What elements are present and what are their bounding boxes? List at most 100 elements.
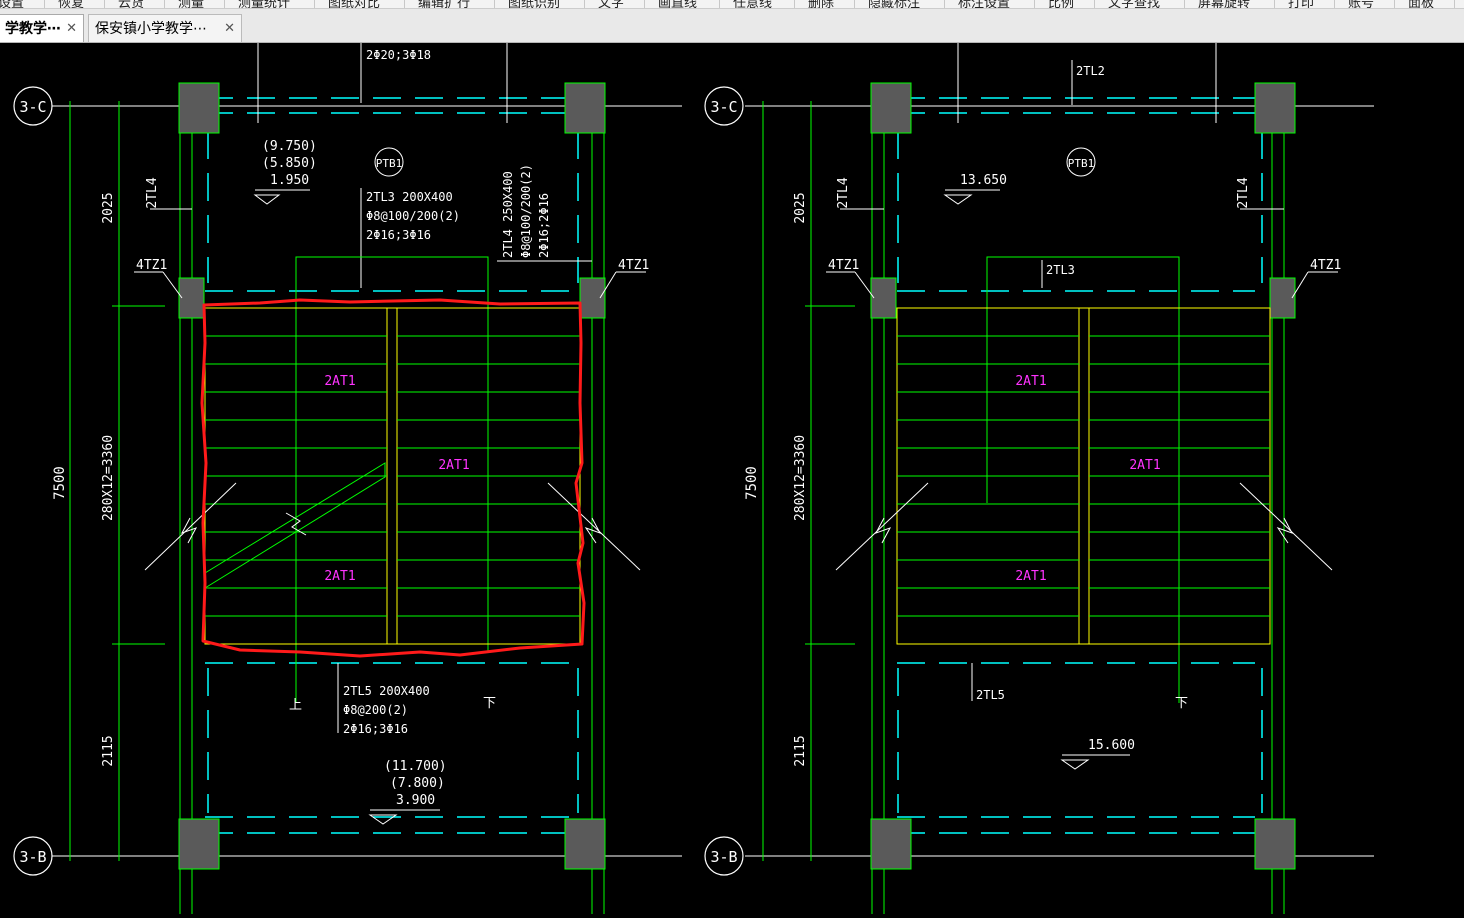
menu-separator — [944, 0, 945, 8]
column[interactable] — [564, 82, 606, 134]
elevation-text: (7.800) — [390, 776, 445, 791]
highlight-annotation — [200, 298, 586, 658]
menu-separator — [1274, 0, 1275, 8]
column[interactable] — [1269, 277, 1296, 319]
column[interactable] — [564, 818, 606, 870]
menu-item[interactable]: 云货 — [118, 0, 144, 8]
menu-separator — [1094, 0, 1095, 8]
axis-label-top: 3-C — [19, 98, 46, 116]
column[interactable] — [1254, 82, 1296, 134]
flight-label: 2AT1 — [324, 374, 355, 389]
menu-separator — [584, 0, 585, 8]
menu-separator — [644, 0, 645, 8]
menu-item[interactable]: 恢复 — [58, 0, 84, 8]
column-label: 4TZ1 — [618, 258, 649, 273]
beam-label: 2TL4 250X400 — [501, 171, 515, 258]
close-icon[interactable]: ✕ — [224, 15, 235, 43]
menu-separator — [314, 0, 315, 8]
stair-well — [1078, 307, 1090, 645]
menu-item[interactable]: 文字 — [598, 0, 624, 8]
down-label: 下 — [483, 696, 496, 711]
menu-separator — [719, 0, 720, 8]
drawing-canvas[interactable]: 3-C 3-B 7500 2025 280X12=3360 2115 2Φ20;… — [0, 43, 1464, 914]
column[interactable] — [870, 82, 912, 134]
column-label: 4TZ1 — [136, 258, 167, 273]
beam-rebar: 2Φ16;3Φ16 — [343, 722, 408, 736]
elevation-marker — [253, 194, 281, 205]
stair-well — [386, 307, 398, 645]
menu-item[interactable]: 文字查找 — [1108, 0, 1160, 8]
beam-rebar: 2Φ16;2Φ16 — [537, 193, 551, 258]
beam-stirrup: Φ8@100/200(2) — [366, 209, 460, 223]
column[interactable] — [178, 82, 220, 134]
menu-item[interactable]: 编辑扩行 — [418, 0, 470, 8]
column[interactable] — [870, 277, 897, 319]
column-label: 4TZ1 — [828, 258, 859, 273]
elevation-marker — [1060, 759, 1090, 770]
beam-label: 2TL5 — [976, 688, 1005, 702]
elevation-text: (9.750) — [262, 139, 317, 154]
menu-item[interactable]: 删除 — [808, 0, 834, 8]
beam-label: 2TL4 — [1236, 177, 1251, 208]
beam-label: 2TL4 — [836, 177, 851, 208]
column[interactable] — [178, 818, 220, 870]
menu-separator — [1454, 0, 1455, 8]
menu-separator — [1394, 0, 1395, 8]
tab-label: 保安镇小学教学⋯ — [95, 21, 207, 37]
column[interactable] — [870, 818, 912, 870]
menu-item[interactable]: 标注设置 — [958, 0, 1010, 8]
stair-plan-left: 3-C 3-B 7500 2025 280X12=3360 2115 2Φ20;… — [13, 43, 682, 914]
beam-label: 2TL3 — [1046, 263, 1075, 277]
menu-item[interactable]: 任意线 — [733, 0, 772, 8]
flight-label: 2AT1 — [1129, 458, 1160, 473]
axis-label-top: 3-C — [710, 98, 737, 116]
dim-top: 2025 — [793, 192, 808, 223]
menu-item[interactable]: 比例 — [1048, 0, 1074, 8]
column[interactable] — [178, 277, 205, 319]
elevation-text: (5.850) — [262, 156, 317, 171]
dim-mid: 280X12=3360 — [793, 435, 808, 521]
menu-item[interactable]: 测量 — [178, 0, 204, 8]
up-label: 上 — [289, 698, 302, 713]
walk-line — [295, 256, 489, 653]
menu-separator — [494, 0, 495, 8]
menu-separator — [224, 0, 225, 8]
stair-treads — [897, 335, 1270, 617]
platform-label: PTB1 — [376, 157, 403, 170]
menu-item[interactable]: 画直线 — [658, 0, 697, 8]
beam-rebar-label: 2Φ20;3Φ18 — [366, 48, 431, 62]
column[interactable] — [579, 277, 606, 319]
flight-label: 2AT1 — [324, 569, 355, 584]
beam-stirrup: Φ8@100/200(2) — [519, 164, 533, 258]
menu-item[interactable]: 隐藏标注 — [868, 0, 920, 8]
menu-separator — [164, 0, 165, 8]
menu-separator — [44, 0, 45, 8]
elevation-text: 3.900 — [396, 793, 435, 808]
elevation-text: (11.700) — [384, 759, 447, 774]
menu-separator — [404, 0, 405, 8]
elevation-text: 1.950 — [270, 173, 309, 188]
menu-item[interactable]: 设置 — [0, 0, 24, 8]
column[interactable] — [1254, 818, 1296, 870]
menu-item[interactable]: 图纸对比 — [328, 0, 380, 8]
menu-separator — [1034, 0, 1035, 8]
axis-label-bottom: 3-B — [19, 848, 46, 866]
stair-treads — [205, 335, 580, 617]
menu-item[interactable]: 测量统计 — [238, 0, 290, 8]
tab-bar: 学教学⋯ ✕ 保安镇小学教学⋯ ✕ — [0, 9, 1464, 43]
menu-item[interactable]: 打印 — [1288, 0, 1314, 8]
menu-separator — [1184, 0, 1185, 8]
dim-total: 7500 — [744, 466, 760, 500]
menu-item[interactable]: 图纸识别 — [508, 0, 560, 8]
column-label: 4TZ1 — [1310, 258, 1341, 273]
menu-item[interactable]: 屏幕旋转 — [1198, 0, 1250, 8]
menu-item[interactable]: 面板 — [1408, 0, 1434, 8]
dim-total: 7500 — [52, 466, 68, 500]
close-icon[interactable]: ✕ — [66, 15, 77, 43]
tab-drawing-1[interactable]: 学教学⋯ ✕ — [0, 14, 84, 42]
menu-item[interactable]: 账号 — [1348, 0, 1374, 8]
platform-label: PTB1 — [1068, 157, 1095, 170]
menu-separator — [794, 0, 795, 8]
tab-drawing-2[interactable]: 保安镇小学教学⋯ ✕ — [88, 14, 242, 42]
beam-label: 2TL3 200X400 — [366, 190, 453, 204]
